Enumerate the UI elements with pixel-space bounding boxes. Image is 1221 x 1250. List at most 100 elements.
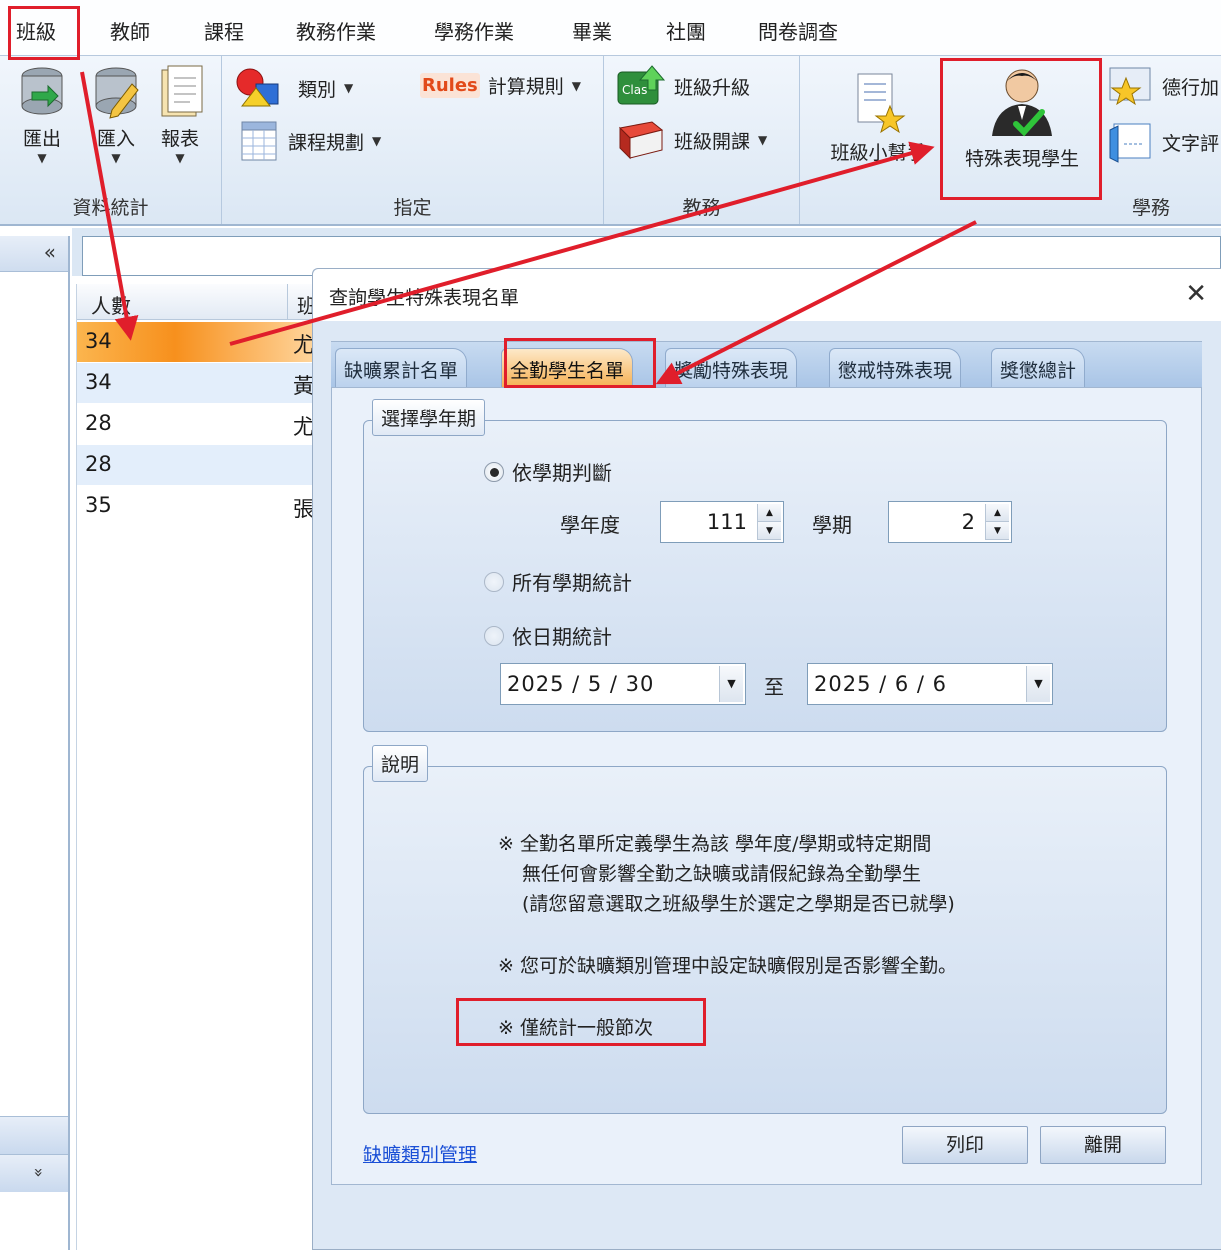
- grid-header: 人數 班: [77, 284, 322, 320]
- semester-stepper[interactable]: 2 ▲ ▼: [888, 501, 1012, 543]
- calendar-grid-icon: [241, 121, 277, 161]
- group-label-data-stats: 資料統計: [72, 197, 149, 219]
- moral-button[interactable]: 德行加: [1108, 64, 1219, 108]
- radio-unselected-icon: [484, 625, 504, 646]
- svg-text:Clas: Clas: [622, 83, 647, 97]
- radio-all-terms[interactable]: 所有學期統計: [484, 567, 632, 596]
- year-label: 學年度: [560, 513, 620, 537]
- year-stepper[interactable]: 111 ▲ ▼: [660, 501, 784, 543]
- ribbon-group-academic: Clas 班級升級 班級開課 ▼ 教務: [604, 56, 800, 224]
- text-eval-button[interactable]: 文字評: [1108, 120, 1219, 164]
- spin-up-icon[interactable]: ▲: [758, 504, 781, 522]
- ribbon: 匯出 ▼ 匯入 ▼ 報表 ▼ 資料統計 類別 ▼ Rules 計算規則 ▼ 課程…: [0, 56, 1221, 226]
- group-label-student-affairs: 學務: [1132, 197, 1171, 219]
- report-icon: [161, 65, 203, 117]
- note-line: ※ 僅統計一般節次: [498, 1017, 653, 1039]
- report-button[interactable]: 報表 ▼: [152, 64, 208, 165]
- note-line: 無任何會影響全勤之缺曠或請假紀錄為全勤學生: [522, 863, 922, 885]
- user-check-icon: [992, 69, 1052, 137]
- notes-group-legend: 說明: [372, 745, 429, 782]
- dialog-title: 查詢學生特殊表現名單: [329, 287, 520, 309]
- class-helper-button[interactable]: 班級小幫手: [818, 70, 938, 165]
- checklist-star-icon: [857, 73, 906, 134]
- menu-teacher[interactable]: 教師: [110, 16, 150, 45]
- tab-reward-performance[interactable]: 獎勵特殊表現: [665, 348, 798, 390]
- dropdown-arrow-icon[interactable]: ▼: [719, 666, 743, 702]
- tab-reward-punishment-total[interactable]: 獎懲總計: [991, 348, 1086, 390]
- class-upgrade-icon: Clas: [617, 65, 666, 105]
- database-export-icon: [21, 67, 63, 115]
- book-icon: [618, 121, 664, 160]
- class-upgrade-button[interactable]: Clas 班級升級: [616, 64, 750, 108]
- print-button[interactable]: 列印: [902, 1126, 1028, 1164]
- note-line: ※ 全勤名單所定義學生為該 學年度/學期或特定期間: [498, 833, 932, 855]
- category-button[interactable]: 類別 ▼: [234, 66, 353, 110]
- nav-pane-header: «: [0, 236, 68, 272]
- date-to-picker[interactable]: 2025 / 6 / 6 ▼: [807, 663, 1053, 705]
- table-row[interactable]: 28: [77, 445, 322, 485]
- menu-student-affairs[interactable]: 學務作業: [434, 16, 514, 45]
- tab-perfect-attendance[interactable]: 全勤學生名單: [501, 348, 634, 390]
- menu-academic-affairs[interactable]: 教務作業: [296, 16, 376, 45]
- menu-survey[interactable]: 問卷調查: [758, 16, 838, 45]
- tab-absence-list[interactable]: 缺曠累計名單: [335, 348, 468, 390]
- calc-rules-button[interactable]: Rules 計算規則 ▼: [420, 72, 581, 99]
- menu-course[interactable]: 課程: [204, 16, 244, 45]
- dropdown-arrow-icon[interactable]: ▼: [1026, 666, 1050, 702]
- rules-icon: Rules: [420, 73, 480, 98]
- spin-down-icon[interactable]: ▼: [986, 522, 1009, 540]
- table-row[interactable]: 28 尤: [77, 404, 322, 444]
- moral-star-icon: [1109, 67, 1151, 106]
- column-header-count[interactable]: 人數: [91, 290, 131, 319]
- radio-by-term[interactable]: 依學期判斷: [484, 457, 612, 486]
- export-button[interactable]: 匯出 ▼: [14, 64, 70, 165]
- group-label-academic: 教務: [682, 197, 721, 219]
- ribbon-group-student-affairs: 班級小幫手 特殊表現學生 德行加 文字評 學務: [800, 56, 1221, 224]
- special-students-button[interactable]: 特殊表現學生: [950, 64, 1094, 171]
- absence-category-link[interactable]: 缺曠類別管理: [363, 1140, 477, 1167]
- import-button[interactable]: 匯入 ▼: [88, 64, 144, 165]
- term-group-legend: 選擇學年期: [372, 399, 486, 436]
- leave-button[interactable]: 離開: [1040, 1126, 1166, 1164]
- chevron-down-icon: ▼: [571, 78, 582, 93]
- column-separator: [287, 284, 288, 320]
- close-icon[interactable]: ✕: [1185, 279, 1207, 309]
- special-students-dialog: 查詢學生特殊表現名單 ✕ 缺曠累計名單 全勤學生名單 獎勵特殊表現 懲戒特殊表現…: [312, 268, 1221, 1250]
- navigation-pane: « »: [0, 236, 70, 1250]
- table-row[interactable]: 34 黃: [77, 363, 322, 403]
- radio-selected-icon: [484, 461, 504, 482]
- note-line: (請您留意選取之班級學生於選定之學期是否已就學): [522, 893, 955, 915]
- table-row[interactable]: 35 張: [77, 486, 322, 526]
- chevron-down-icon: ▼: [372, 134, 382, 148]
- menu-class[interactable]: 班級: [16, 16, 56, 45]
- table-row[interactable]: 34 尤: [77, 322, 322, 362]
- dialog-title-bar: 查詢學生特殊表現名單 ✕: [313, 269, 1221, 321]
- date-range-separator: 至: [764, 675, 784, 699]
- menu-graduation[interactable]: 畢業: [572, 16, 612, 45]
- chevron-down-icon: ▼: [758, 133, 768, 147]
- nav-pane-expand-bar[interactable]: »: [0, 1154, 68, 1192]
- chevron-down-icon: ▼: [37, 151, 47, 165]
- tab-panel-perfect-attendance: 選擇學年期 依學期判斷 學年度 111 ▲ ▼ 學期 2 ▲ ▼ 所有學期統計 …: [331, 387, 1202, 1185]
- note-line: ※ 您可於缺曠類別管理中設定缺曠假別是否影響全勤。: [498, 955, 957, 977]
- semester-label: 學期: [812, 513, 852, 537]
- date-from-picker[interactable]: 2025 / 5 / 30 ▼: [500, 663, 746, 705]
- class-grid: 人數 班 34 尤 34 黃 28 尤 28 35 張: [76, 284, 322, 1250]
- chevron-down-icon: ▼: [111, 151, 121, 165]
- menu-bar: 班級 教師 課程 教務作業 學務作業 畢業 社團 問卷調查: [0, 0, 1221, 56]
- expand-icon[interactable]: »: [29, 1168, 48, 1178]
- spin-up-icon[interactable]: ▲: [986, 504, 1009, 522]
- nav-pane-footer[interactable]: [0, 1116, 68, 1154]
- term-selection-group: 選擇學年期 依學期判斷 學年度 111 ▲ ▼ 學期 2 ▲ ▼ 所有學期統計 …: [363, 399, 1167, 732]
- tab-punishment-performance[interactable]: 懲戒特殊表現: [829, 348, 962, 390]
- radio-by-date[interactable]: 依日期統計: [484, 621, 612, 650]
- tab-strip: 缺曠累計名單 全勤學生名單 獎勵特殊表現 懲戒特殊表現 獎懲總計: [331, 341, 1202, 390]
- spin-down-icon[interactable]: ▼: [758, 522, 781, 540]
- database-edit-icon: [95, 67, 139, 119]
- class-open-button[interactable]: 班級開課 ▼: [616, 118, 767, 162]
- ribbon-group-data-stats: 匯出 ▼ 匯入 ▼ 報表 ▼ 資料統計: [0, 56, 222, 224]
- course-plan-button[interactable]: 課程規劃 ▼: [240, 118, 381, 164]
- notes-group: 說明 ※ 全勤名單所定義學生為該 學年度/學期或特定期間 無任何會影響全勤之缺曠…: [363, 745, 1167, 1114]
- collapse-icon[interactable]: «: [44, 240, 56, 264]
- menu-club[interactable]: 社團: [666, 16, 706, 45]
